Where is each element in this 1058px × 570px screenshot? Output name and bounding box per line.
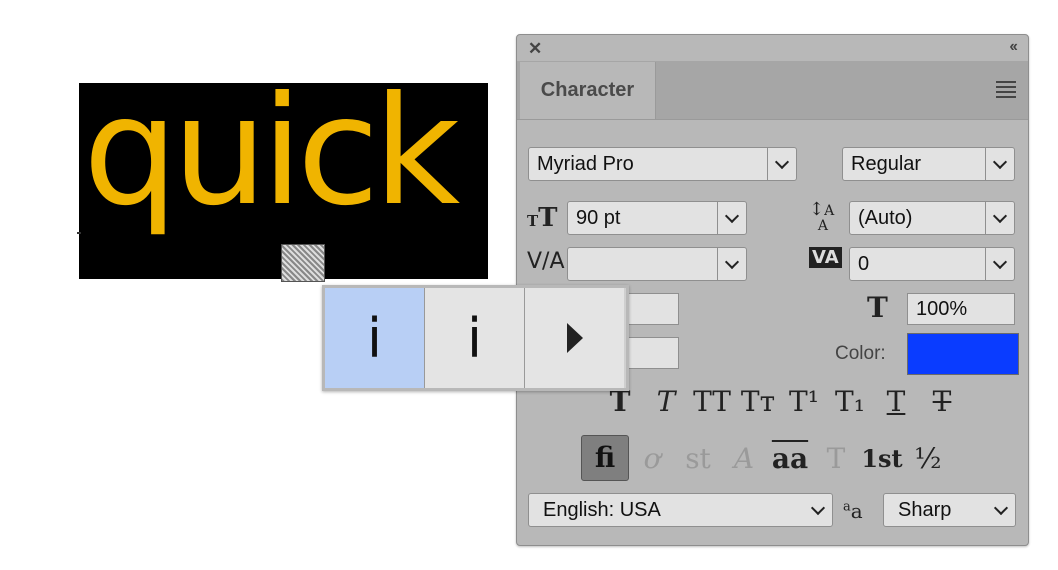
chevron-down-icon[interactable] (717, 202, 746, 234)
opentype-buttons: fi ơ st A aa T 1st ½ (581, 435, 951, 481)
language-value: English: USA (543, 498, 661, 521)
tab-character[interactable]: Character (520, 62, 656, 119)
swash-button[interactable]: A (721, 442, 767, 475)
sample-text: quick (83, 83, 460, 239)
horizontal-scale-field[interactable] (625, 293, 679, 325)
more-alternates-button[interactable] (525, 288, 624, 388)
glyph-alternate-1[interactable]: i (325, 288, 425, 388)
font-style-value: Regular (851, 152, 922, 175)
ligatures-button[interactable]: fi (581, 435, 629, 481)
antialias-dropdown[interactable]: Sharp (883, 493, 1016, 527)
discretionary-ligatures-button[interactable]: st (675, 442, 721, 475)
tracking-dropdown[interactable]: 0 (849, 247, 1015, 281)
text-insertion-marker (281, 244, 325, 282)
font-family-dropdown[interactable]: Myriad Pro (528, 147, 797, 181)
strikethrough-button[interactable]: T (919, 385, 965, 418)
fractions-button[interactable]: ½ (905, 442, 951, 475)
antialias-icon: aa (843, 499, 863, 523)
glyph-alternate-2[interactable]: i (425, 288, 525, 388)
type-style-buttons: T T TT Tт T¹ T₁ T T (597, 385, 965, 418)
play-arrow-icon (566, 323, 583, 353)
baseline-shift-field[interactable] (625, 337, 679, 369)
subscript-button[interactable]: T₁ (827, 385, 873, 418)
vertical-scale-field[interactable]: 100% (907, 293, 1015, 325)
baseline-marker (77, 232, 81, 234)
chevron-down-icon[interactable] (804, 494, 832, 526)
color-label: Color: (835, 343, 886, 364)
chevron-down-icon[interactable] (985, 248, 1014, 280)
kerning-dropdown[interactable] (567, 247, 747, 281)
leading-dropdown[interactable]: (Auto) (849, 201, 1015, 235)
vertical-scale-value: 100% (916, 297, 968, 320)
collapse-icon[interactable]: ‹‹ (1009, 38, 1018, 56)
antialias-value: Sharp (898, 498, 952, 521)
tracking-value: 0 (858, 252, 870, 275)
panel-titlebar: ✕ ‹‹ (517, 35, 1028, 61)
font-style-dropdown[interactable]: Regular (842, 147, 1015, 181)
chevron-down-icon[interactable] (717, 248, 746, 280)
glyph-alternates-popup: i i (322, 285, 629, 391)
kerning-icon: V/A (527, 249, 565, 274)
contextual-alternates-button[interactable]: ơ (629, 442, 675, 475)
vertical-scale-icon: T (867, 291, 888, 324)
leading-value: (Auto) (858, 206, 913, 229)
titling-alternates-button[interactable]: T (813, 442, 859, 475)
chevron-down-icon[interactable] (985, 148, 1014, 180)
font-size-dropdown[interactable]: 90 pt (567, 201, 747, 235)
language-dropdown[interactable]: English: USA (528, 493, 833, 527)
small-caps-button[interactable]: Tт (735, 385, 781, 418)
close-icon[interactable]: ✕ (528, 39, 542, 59)
chevron-down-icon[interactable] (767, 148, 796, 180)
panel-menu-icon[interactable] (996, 81, 1016, 101)
ordinals-button[interactable]: 1st (859, 444, 905, 473)
all-caps-button[interactable]: TT (689, 385, 735, 418)
faux-italic-button[interactable]: T (643, 385, 689, 418)
panel-tab-row: Character (517, 61, 1028, 120)
underline-button[interactable]: T (873, 385, 919, 418)
font-size-icon: TT (527, 203, 558, 233)
leading-icon: ↕A A (809, 199, 835, 234)
chevron-down-icon[interactable] (985, 202, 1014, 234)
font-size-value: 90 pt (576, 206, 621, 229)
chevron-down-icon[interactable] (987, 494, 1015, 526)
stylistic-alternates-button[interactable]: aa (767, 442, 813, 475)
color-swatch[interactable] (907, 333, 1019, 375)
superscript-button[interactable]: T¹ (781, 385, 827, 418)
tracking-icon: VA (809, 247, 842, 268)
font-family-value: Myriad Pro (537, 152, 634, 175)
